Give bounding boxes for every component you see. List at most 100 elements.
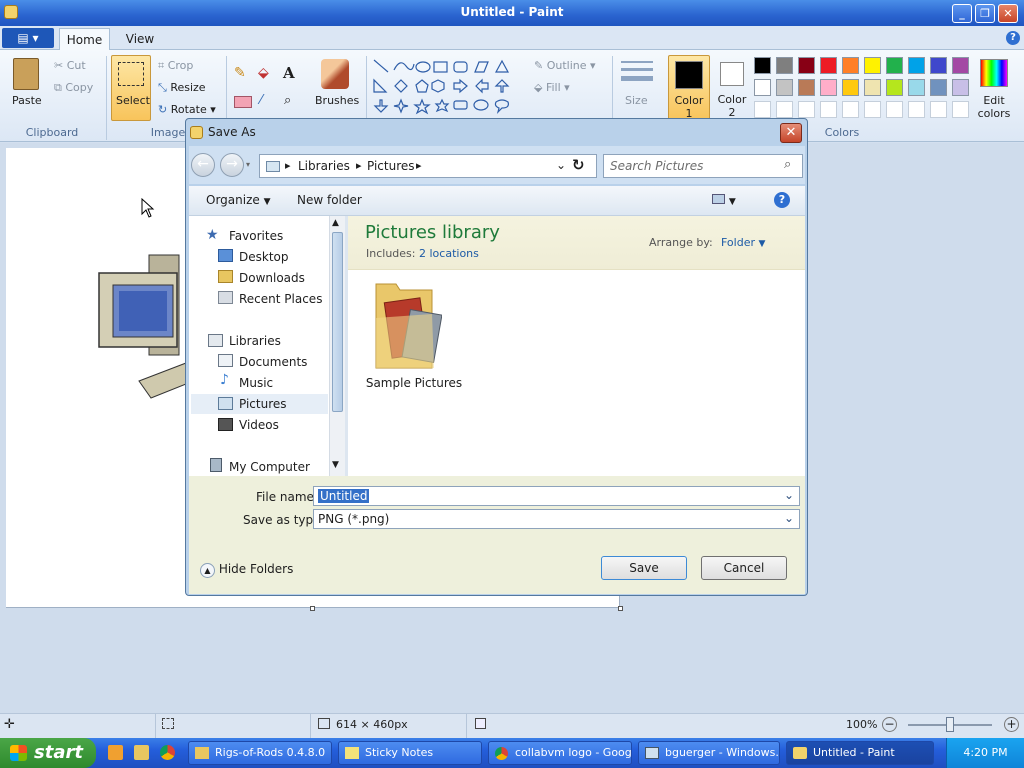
quicklaunch-chrome-icon[interactable] xyxy=(160,745,175,760)
crop-button[interactable]: ⌗ Crop xyxy=(158,59,193,73)
tab-view[interactable]: View xyxy=(118,28,162,50)
taskbar-item-sticky-notes[interactable]: Sticky Notes xyxy=(338,741,482,765)
help-icon[interactable]: ? xyxy=(1006,31,1020,45)
file-name-input[interactable]: Untitled xyxy=(318,489,370,503)
nav-scrollbar[interactable]: ▲ ▼ xyxy=(329,216,345,476)
taskbar-item-windows[interactable]: bguerger - Windows... xyxy=(638,741,780,765)
minimize-button[interactable]: _ xyxy=(952,4,972,23)
custom-color-swatch[interactable] xyxy=(776,101,793,118)
back-button[interactable]: ← xyxy=(191,153,215,177)
sample-pictures-folder[interactable]: Sample Pictures xyxy=(365,276,463,394)
color-swatch[interactable] xyxy=(864,57,881,74)
chevron-down-icon[interactable]: ⌄ xyxy=(784,511,794,525)
color-swatch[interactable] xyxy=(930,57,947,74)
nav-favorites[interactable]: Favorites xyxy=(229,229,283,243)
color-swatch[interactable] xyxy=(754,79,771,96)
quicklaunch-media-icon[interactable] xyxy=(108,745,123,760)
resize-button[interactable]: ⤡ Resize xyxy=(158,81,206,95)
scroll-down-icon[interactable]: ▼ xyxy=(332,460,339,470)
color-swatch[interactable] xyxy=(908,57,925,74)
select-button[interactable]: Select xyxy=(111,55,151,121)
color-swatch[interactable] xyxy=(952,79,969,96)
tab-home[interactable]: Home xyxy=(59,28,110,51)
search-icon[interactable]: ⌕ xyxy=(784,157,791,172)
zoom-in-button[interactable]: + xyxy=(1004,717,1019,732)
help-icon[interactable]: ? xyxy=(774,192,790,208)
dialog-close-button[interactable]: ✕ xyxy=(780,123,802,143)
resize-handle[interactable] xyxy=(310,606,315,611)
color-swatch[interactable] xyxy=(886,57,903,74)
taskbar-item-chrome[interactable]: collabvm logo - Goog... xyxy=(488,741,632,765)
search-box[interactable]: Search Pictures ⌕ xyxy=(603,154,803,178)
copy-button[interactable]: ⧉ Copy xyxy=(54,81,93,95)
brushes-button[interactable]: Brushes xyxy=(313,56,359,118)
scroll-up-icon[interactable]: ▲ xyxy=(332,218,339,228)
cut-button[interactable]: ✂ Cut xyxy=(54,59,86,72)
paste-button[interactable]: Paste xyxy=(8,56,46,118)
nav-music[interactable]: Music xyxy=(239,376,273,390)
breadcrumb-pictures[interactable]: Pictures xyxy=(367,159,415,173)
eraser-tool-icon[interactable] xyxy=(234,96,252,108)
color-picker-icon[interactable]: ⁄ xyxy=(260,93,276,111)
nav-downloads[interactable]: Downloads xyxy=(239,271,305,285)
custom-color-swatch[interactable] xyxy=(820,101,837,118)
taskbar-item-rigs-of-rods[interactable]: Rigs-of-Rods 0.4.8.0 xyxy=(188,741,332,765)
maximize-button[interactable]: ❐ xyxy=(975,4,995,23)
cancel-button[interactable]: Cancel xyxy=(701,556,787,580)
nav-videos[interactable]: Videos xyxy=(239,418,279,432)
color-swatch[interactable] xyxy=(798,57,815,74)
custom-color-swatch[interactable] xyxy=(754,101,771,118)
color-swatch[interactable] xyxy=(864,79,881,96)
chevron-down-icon[interactable]: ⌄ xyxy=(784,488,794,502)
color-swatch[interactable] xyxy=(820,57,837,74)
custom-color-swatch[interactable] xyxy=(864,101,881,118)
recent-locations-dropdown[interactable]: ▾ xyxy=(246,160,250,169)
forward-button[interactable]: → xyxy=(220,153,244,177)
view-options-button[interactable]: ▼ xyxy=(712,193,736,207)
paint-menu-button[interactable]: ▤ ▾ xyxy=(2,28,54,48)
color-swatch[interactable] xyxy=(798,79,815,96)
color-swatch[interactable] xyxy=(842,57,859,74)
color-swatch[interactable] xyxy=(776,79,793,96)
magnifier-icon[interactable]: ⌕ xyxy=(284,93,302,111)
custom-color-swatch[interactable] xyxy=(930,101,947,118)
nav-desktop[interactable]: Desktop xyxy=(239,250,289,264)
color1-button[interactable]: Color 1 xyxy=(668,55,710,121)
color-swatch[interactable] xyxy=(842,79,859,96)
nav-documents[interactable]: Documents xyxy=(239,355,307,369)
address-dropdown-icon[interactable]: ⌄ xyxy=(556,158,566,172)
fill-button[interactable]: ⬙ Fill ▾ xyxy=(534,81,570,94)
shapes-gallery[interactable] xyxy=(372,58,512,118)
color-swatch[interactable] xyxy=(886,79,903,96)
outline-button[interactable]: ✎ Outline ▾ xyxy=(534,59,596,72)
custom-color-swatch[interactable] xyxy=(952,101,969,118)
custom-color-swatch[interactable] xyxy=(908,101,925,118)
zoom-slider-thumb[interactable] xyxy=(946,717,954,732)
start-button[interactable]: start xyxy=(0,738,96,768)
resize-handle[interactable] xyxy=(618,606,623,611)
color-swatch[interactable] xyxy=(820,79,837,96)
color-swatch[interactable] xyxy=(908,79,925,96)
fill-tool-icon[interactable]: ⬙ xyxy=(258,65,276,83)
nav-pictures[interactable]: Pictures xyxy=(239,397,287,411)
clock[interactable]: 4:20 PM xyxy=(963,746,1007,759)
organize-button[interactable]: Organize ▼ xyxy=(206,193,271,207)
color-swatch[interactable] xyxy=(930,79,947,96)
taskbar-item-paint-active[interactable]: Untitled - Paint xyxy=(786,741,934,765)
text-tool-icon[interactable]: A xyxy=(283,64,301,82)
zoom-out-button[interactable]: − xyxy=(882,717,897,732)
color-swatch[interactable] xyxy=(776,57,793,74)
color-swatch[interactable] xyxy=(952,57,969,74)
scroll-thumb[interactable] xyxy=(332,232,343,412)
custom-color-swatch[interactable] xyxy=(842,101,859,118)
close-window-button[interactable]: ✕ xyxy=(998,4,1018,23)
breadcrumb-libraries[interactable]: Libraries xyxy=(298,159,350,173)
address-bar[interactable]: ▸ Libraries ▸ Pictures ▸ ⌄ ↻ xyxy=(259,154,597,178)
new-folder-button[interactable]: New folder xyxy=(297,193,362,207)
quicklaunch-explorer-icon[interactable] xyxy=(134,745,149,760)
color-swatch[interactable] xyxy=(754,57,771,74)
nav-libraries[interactable]: Libraries xyxy=(229,334,281,348)
save-button[interactable]: Save xyxy=(601,556,687,580)
refresh-icon[interactable]: ↻ xyxy=(572,156,585,174)
nav-recent-places[interactable]: Recent Places xyxy=(239,292,322,306)
